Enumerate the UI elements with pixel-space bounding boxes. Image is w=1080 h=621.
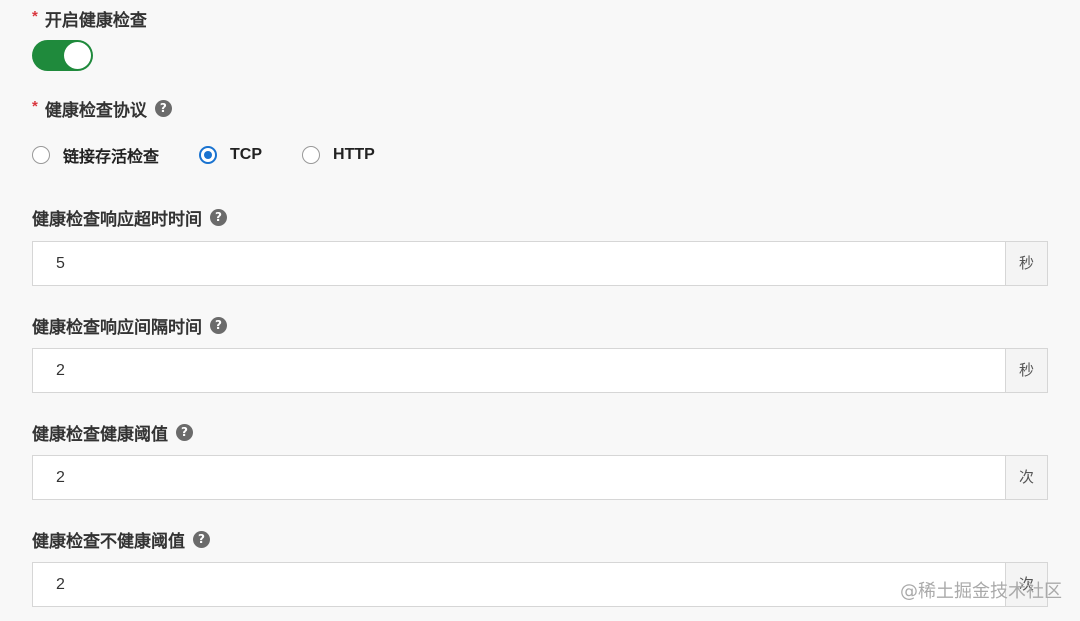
watermark: @稀土掘金技术社区: [900, 581, 1062, 602]
unhealthy-threshold-input[interactable]: 2: [33, 563, 1005, 606]
radio-tcp-label: TCP: [230, 146, 263, 163]
radio-keepalive-label: 链接存活检查: [63, 149, 160, 166]
timeout-unit: 秒: [1005, 242, 1047, 285]
radio-circle[interactable]: [32, 146, 50, 164]
radio-http-label: HTTP: [333, 146, 375, 163]
healthy-threshold-label-text: 健康检查健康阈值: [32, 425, 168, 444]
radio-tcp[interactable]: TCP: [199, 146, 262, 164]
unhealthy-threshold-field: 2 次: [32, 562, 1048, 607]
toggle-knob: [64, 42, 91, 69]
timeout-input[interactable]: 5: [33, 242, 1005, 285]
radio-circle[interactable]: [302, 146, 321, 164]
interval-label-text: 健康检查响应间隔时间: [32, 318, 202, 337]
radio-http[interactable]: HTTP: [302, 146, 375, 164]
protocol-label-text: 健康检查协议: [44, 101, 147, 120]
timeout-label-text: 健康检查响应超时时间: [32, 210, 202, 229]
protocol-radio-group: 链接存活检查 TCP HTTP: [32, 143, 415, 167]
healthy-threshold-unit: 次: [1005, 456, 1047, 499]
required-mark: *: [32, 8, 38, 25]
protocol-label: * 健康检查协议 ?: [32, 96, 172, 121]
enable-health-check-label-text: 开启健康检查: [44, 11, 147, 30]
healthy-threshold-field: 2 次: [32, 455, 1048, 500]
radio-keepalive[interactable]: 链接存活检查: [32, 143, 159, 167]
healthy-threshold-input[interactable]: 2: [33, 456, 1005, 499]
interval-unit: 秒: [1005, 349, 1047, 392]
enable-health-check-toggle[interactable]: [32, 40, 93, 71]
question-circle-icon[interactable]: ?: [176, 424, 193, 441]
required-mark: *: [32, 98, 38, 115]
timeout-field: 5 秒: [32, 241, 1048, 286]
interval-input[interactable]: 2: [33, 349, 1005, 392]
unhealthy-threshold-label-text: 健康检查不健康阈值: [32, 532, 185, 551]
question-circle-icon[interactable]: ?: [193, 531, 210, 548]
healthy-threshold-label: 健康检查健康阈值 ?: [32, 420, 193, 445]
unhealthy-threshold-label: 健康检查不健康阈值 ?: [32, 527, 210, 552]
question-circle-icon[interactable]: ?: [154, 100, 172, 117]
question-circle-icon[interactable]: ?: [210, 317, 227, 334]
timeout-label: 健康检查响应超时时间 ?: [32, 205, 227, 230]
question-circle-icon[interactable]: ?: [210, 209, 227, 226]
enable-health-check-label: * 开启健康检查: [32, 6, 147, 31]
interval-field: 2 秒: [32, 348, 1048, 393]
interval-label: 健康检查响应间隔时间 ?: [32, 313, 227, 338]
radio-circle[interactable]: [199, 146, 218, 164]
